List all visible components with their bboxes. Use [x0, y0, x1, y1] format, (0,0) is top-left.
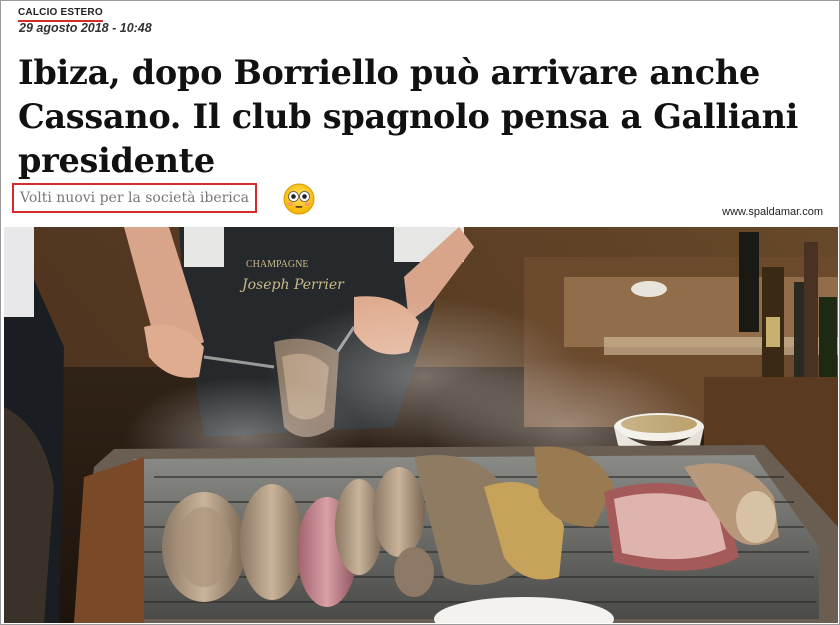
- article-card: CALCIO ESTERO 29 agosto 2018 - 10:48 Ibi…: [0, 0, 840, 625]
- article-photo[interactable]: CHAMPAGNE Joseph Perrier: [4, 227, 838, 623]
- subtitle-highlight-box: Volti nuovi per la società iberica: [12, 183, 257, 213]
- watermark: www.spaldamar.com: [722, 206, 823, 218]
- article-subtitle: Volti nuovi per la società iberica: [20, 190, 249, 206]
- article-headline[interactable]: Ibiza, dopo Borriello può arrivare anche…: [18, 51, 833, 183]
- publish-date: 29 agosto 2018 - 10:48: [19, 21, 152, 35]
- flushed-face-icon: [283, 183, 315, 215]
- category-label[interactable]: CALCIO ESTERO: [18, 7, 103, 22]
- apron-brand-text: CHAMPAGNE: [246, 259, 308, 270]
- svg-text:Joseph Perrier: Joseph Perrier: [239, 277, 345, 293]
